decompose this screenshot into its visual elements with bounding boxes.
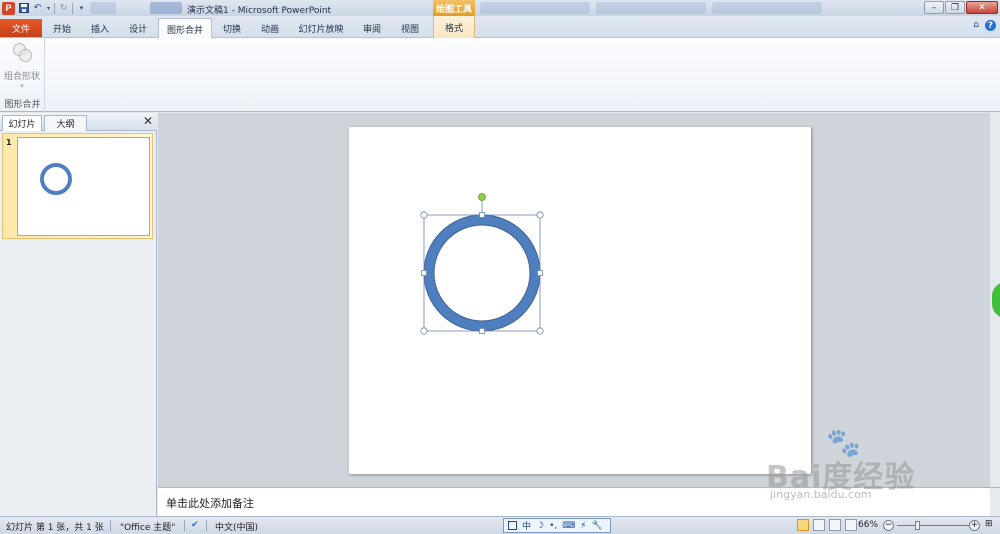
spellcheck-icon[interactable]: ✔ <box>191 520 199 530</box>
slide-editor <box>158 113 1000 487</box>
zoom-track[interactable] <box>897 525 969 526</box>
quick-access-toolbar: P ↶ ▾ ↻ ▾ <box>0 0 87 16</box>
save-icon[interactable] <box>18 3 29 14</box>
thumbnail-circle-shape <box>40 163 72 195</box>
rotation-handle <box>478 193 486 201</box>
view-buttons <box>797 519 857 531</box>
tab-format[interactable]: 格式 <box>433 16 475 38</box>
help-area: ⌂ ? <box>973 20 996 31</box>
theme-status: "Office 主题" <box>120 523 176 533</box>
tab-insert[interactable]: 插入 <box>84 18 116 38</box>
status-bar: 幻灯片 第 1 张，共 1 张 "Office 主题" ✔ 中文(中国) 中 ☽… <box>0 516 1000 534</box>
help-icon[interactable]: ? <box>985 20 996 31</box>
undo-dropdown-icon[interactable]: ▾ <box>46 3 51 14</box>
minimize-button[interactable]: – <box>924 1 944 14</box>
tab-animations[interactable]: 动画 <box>254 18 286 38</box>
slide-number: 1 <box>6 138 12 147</box>
ime-moon-icon[interactable]: ☽ <box>536 521 544 531</box>
fit-to-window-icon[interactable]: ⊞ <box>985 519 993 529</box>
ime-toolbar[interactable]: 中 ☽ •, ⌨ ⚡ 🔧 <box>503 518 611 533</box>
combine-shapes-button[interactable]: 组合形状 ▾ <box>4 41 40 90</box>
status-separator <box>206 520 207 531</box>
slide-sorter-view-icon[interactable] <box>813 519 825 531</box>
qat-separator <box>72 2 73 14</box>
ime-settings-icon[interactable]: 🔧 <box>592 521 603 531</box>
background-window-tab <box>480 2 590 14</box>
ime-punct-icon[interactable]: •, <box>549 521 557 531</box>
notes-scrollbar[interactable] <box>990 488 1000 517</box>
ribbon-group-label: 图形合并 <box>4 100 41 110</box>
zoom-out-button[interactable]: − <box>883 520 894 531</box>
resize-handle-n <box>479 212 485 218</box>
window-controls: – ❐ ✕ <box>924 1 998 14</box>
ribbon-tabs: 文件 开始 插入 设计 图形合并 切换 动画 幻灯片放映 审阅 视图 格式 ⌂ … <box>0 16 1000 39</box>
tab-slideshow[interactable]: 幻灯片放映 <box>292 18 350 38</box>
powerpoint-app-icon[interactable]: P <box>2 1 15 15</box>
slide-drawing <box>420 193 544 335</box>
undo-icon[interactable]: ↶ <box>32 3 43 14</box>
close-button[interactable]: ✕ <box>966 1 998 14</box>
ime-mode[interactable]: 中 <box>522 519 531 532</box>
customize-qat-icon[interactable]: ▾ <box>76 3 87 14</box>
reading-view-icon[interactable] <box>829 519 841 531</box>
close-icon[interactable]: ✕ <box>143 114 153 128</box>
ribbon: 组合形状 ▾ 图形合并 <box>0 38 1000 112</box>
language-status[interactable]: 中文(中国) <box>215 520 258 533</box>
slide-count-status: 幻灯片 第 1 张，共 1 张 <box>6 523 104 533</box>
resize-handle-se <box>536 327 544 335</box>
background-window-tab <box>596 2 706 14</box>
ime-logo-icon[interactable] <box>508 521 517 530</box>
resize-handle-ne <box>536 211 544 219</box>
minimize-ribbon-icon[interactable]: ⌂ <box>973 20 979 31</box>
normal-view-icon[interactable] <box>797 519 809 531</box>
zoom-thumb[interactable] <box>915 521 920 530</box>
ime-keyboard-icon[interactable]: ⌨ <box>562 521 575 531</box>
ime-skin-icon[interactable]: ⚡ <box>580 521 586 531</box>
notes-placeholder: 单击此处添加备注 <box>166 497 254 510</box>
tab-file[interactable]: 文件 <box>0 19 42 37</box>
combine-shapes-icon <box>11 41 33 63</box>
drawing-tools-context-label: 绘图工具 <box>433 0 475 16</box>
resize-handle-w <box>421 270 427 276</box>
chevron-down-icon: ▾ <box>20 82 24 90</box>
zoom-level[interactable]: 66% <box>858 520 878 530</box>
resize-handle-s <box>479 328 485 334</box>
resize-handle-nw <box>420 211 428 219</box>
background-window-tab <box>150 2 182 14</box>
zoom-slider[interactable]: − + <box>883 520 980 532</box>
background-window-tab <box>90 2 116 14</box>
status-separator <box>110 520 111 531</box>
background-window-tab <box>712 2 822 14</box>
status-separator <box>184 520 185 531</box>
slide-canvas[interactable] <box>349 127 811 474</box>
window-title: 演示文稿1 - Microsoft PowerPoint <box>187 6 332 16</box>
resize-handle-e <box>537 270 543 276</box>
redo-icon[interactable]: ↻ <box>58 3 69 14</box>
zoom-in-button[interactable]: + <box>969 520 980 531</box>
slideshow-view-icon[interactable] <box>845 519 857 531</box>
tab-slides[interactable]: 幻灯片 <box>2 115 42 131</box>
slides-panel: 幻灯片 大纲 ✕ 1 <box>0 113 157 516</box>
title-bar: P ↶ ▾ ↻ ▾ 演示文稿1 - Microsoft PowerPoint 绘… <box>0 0 1000 16</box>
notes-pane[interactable]: 单击此处添加备注 <box>158 487 1000 517</box>
resize-handle-sw <box>420 327 428 335</box>
slide-thumbnail[interactable] <box>17 137 150 236</box>
combine-shapes-label: 组合形状 <box>4 72 41 82</box>
tab-outline[interactable]: 大纲 <box>44 115 87 131</box>
slide-thumbnail-selected[interactable]: 1 <box>2 133 153 239</box>
ring-shape <box>423 214 541 332</box>
tab-view[interactable]: 视图 <box>394 18 426 38</box>
qat-separator <box>54 2 55 14</box>
tab-shape-combine[interactable]: 图形合并 <box>158 18 212 39</box>
ribbon-group-shape-combine: 组合形状 ▾ 图形合并 <box>0 38 45 112</box>
tab-review[interactable]: 审阅 <box>356 18 388 38</box>
slides-panel-tabs: 幻灯片 大纲 ✕ <box>0 113 157 131</box>
tab-home[interactable]: 开始 <box>46 18 78 38</box>
tab-design[interactable]: 设计 <box>122 18 154 38</box>
restore-button[interactable]: ❐ <box>945 1 965 14</box>
tab-transitions[interactable]: 切换 <box>216 18 248 38</box>
